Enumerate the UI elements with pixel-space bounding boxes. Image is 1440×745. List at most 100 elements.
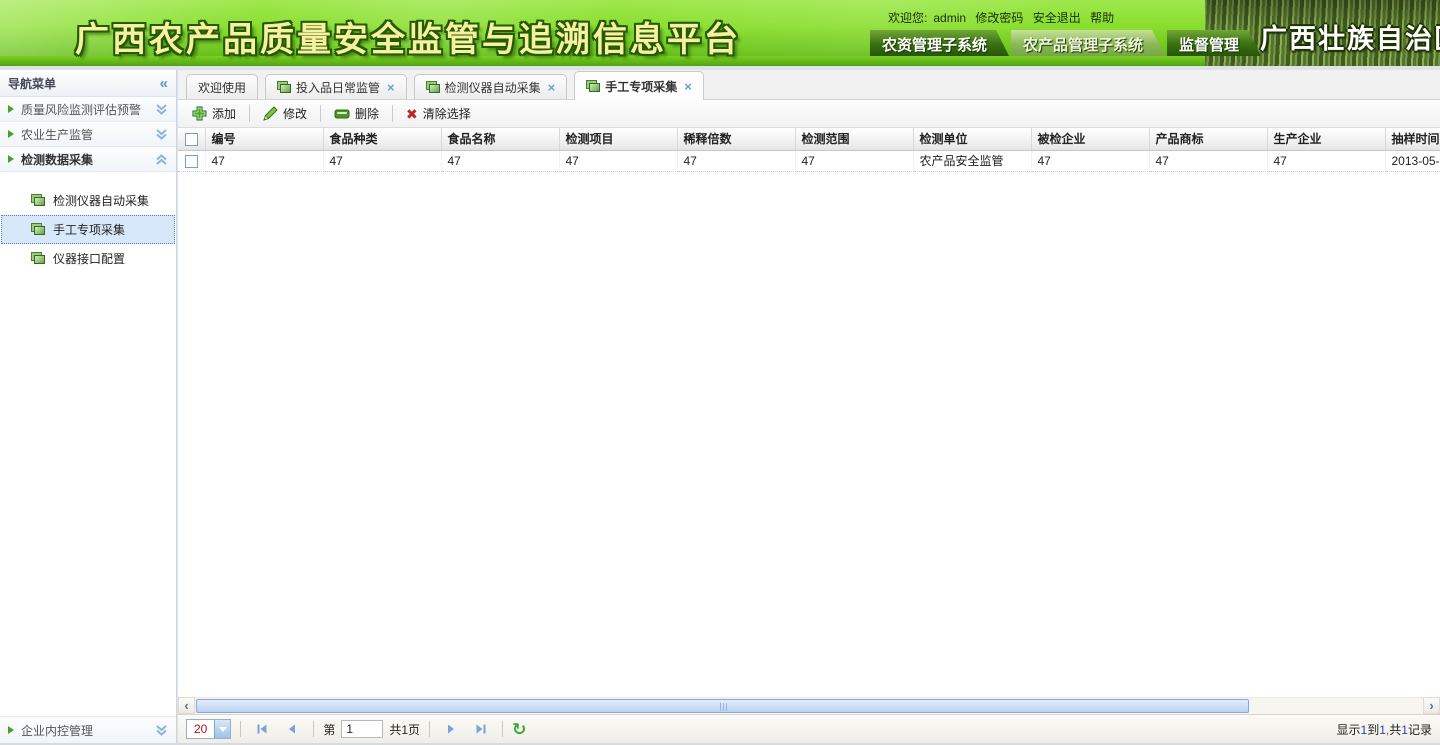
sidebar-group-risk-monitor[interactable]: 质量风险监测评估预警 [0, 97, 176, 122]
change-password-link[interactable]: 修改密码 [975, 11, 1023, 25]
last-page-icon [475, 723, 487, 735]
sidebar-title: 导航菜单 [8, 75, 160, 92]
region-banner-text: 广西壮族自治区 [1260, 17, 1440, 56]
sidebar-item-manual-collect[interactable]: 手工专项采集 [1, 215, 175, 244]
sidebar-group-detection-data[interactable]: 检测数据采集 [0, 147, 176, 172]
column-header[interactable]: 食品种类 [323, 128, 441, 150]
cell: 47 [205, 150, 323, 171]
clear-selection-button[interactable]: ✖ 清除选择 [396, 102, 481, 125]
cell: 47 [1031, 150, 1149, 171]
select-all-checkbox[interactable] [185, 133, 198, 146]
page-prefix-label: 第 [323, 721, 335, 738]
column-header[interactable]: 生产企业 [1267, 128, 1385, 150]
chevron-double-up-icon [155, 154, 168, 165]
page-size-select[interactable]: 20 [186, 719, 231, 739]
folder-icon [426, 81, 441, 94]
scroll-left-button[interactable]: ‹ [178, 697, 195, 714]
sidebar: 导航菜单 « 质量风险监测评估预警 农业生产监管 检测数据采集 检测仪器自动采集… [0, 70, 177, 743]
app-title: 广西农产品质量安全监管与追溯信息平台 [75, 12, 741, 61]
scroll-left-icon: ‹ [184, 698, 188, 713]
clear-x-icon: ✖ [406, 107, 418, 121]
column-header[interactable]: 被检企业 [1031, 128, 1149, 150]
refresh-icon[interactable]: ↻ [512, 721, 526, 738]
cell: 47 [677, 150, 795, 171]
cell: 47 [1267, 150, 1385, 171]
sidebar-item-auto-collect[interactable]: 检测仪器自动采集 [1, 186, 175, 215]
page-size-dropdown-button[interactable] [214, 720, 230, 738]
cell: 47 [559, 150, 677, 171]
app-header: 广西壮族自治区 广西农产品质量安全监管与追溯信息平台 欢迎您: admin 修改密… [0, 0, 1440, 66]
tab-auto-collect[interactable]: 检测仪器自动采集 × [414, 74, 568, 99]
page-suffix-label: 共1页 [389, 721, 420, 738]
sidebar-header: 导航菜单 « [0, 70, 176, 97]
group-arrow-icon [8, 105, 14, 113]
cell: 2013-05- [1385, 150, 1440, 171]
close-tab-icon[interactable]: × [548, 80, 556, 95]
system-tab-nongzi[interactable]: 农资管理子系统 [870, 30, 1009, 56]
system-tabs: 农资管理子系统 农产品管理子系统 监督管理 [870, 30, 1261, 56]
help-link[interactable]: 帮助 [1090, 11, 1114, 25]
add-button[interactable]: 添加 [182, 102, 246, 125]
username: admin [933, 11, 966, 25]
pager-separator [240, 721, 241, 737]
folder-icon [31, 223, 46, 236]
sidebar-group-agri-production[interactable]: 农业生产监管 [0, 122, 176, 147]
close-tab-icon[interactable]: × [387, 80, 395, 95]
content-tabbar: 欢迎使用 投入品日常监管 × 检测仪器自动采集 × 手工专项采集 × [178, 70, 1440, 100]
tab-manual-collect[interactable]: 手工专项采集 × [574, 71, 704, 100]
scrollbar-thumb[interactable] [196, 699, 1249, 713]
plus-icon [192, 106, 207, 121]
pager-separator [429, 721, 430, 737]
tab-welcome[interactable]: 欢迎使用 [186, 74, 258, 99]
next-page-button[interactable] [439, 719, 463, 739]
column-header[interactable]: 抽样时间 [1385, 128, 1440, 150]
tab-input-daily-supervision[interactable]: 投入品日常监管 × [265, 74, 407, 99]
toolbar-separator [320, 105, 321, 122]
sidebar-bottom: 企业内控管理 [0, 716, 176, 743]
scroll-right-button[interactable]: › [1423, 697, 1440, 714]
logout-link[interactable]: 安全退出 [1033, 11, 1081, 25]
main-panel: 欢迎使用 投入品日常监管 × 检测仪器自动采集 × 手工专项采集 × 添加 修改 [178, 70, 1440, 743]
cell: 47 [795, 150, 913, 171]
pagination-bar: 20 第 共1页 ↻ 显示1到1,共1记录 [178, 714, 1440, 743]
group-arrow-icon [8, 130, 14, 138]
last-page-button[interactable] [469, 719, 493, 739]
chevron-down-icon [219, 727, 227, 732]
sidebar-collapse-icon[interactable]: « [160, 75, 168, 92]
cell: 47 [441, 150, 559, 171]
folder-icon [586, 80, 601, 93]
welcome-prefix: 欢迎您: [888, 11, 927, 25]
column-header[interactable]: 食品名称 [441, 128, 559, 150]
column-header[interactable]: 编号 [205, 128, 323, 150]
first-page-icon [256, 723, 268, 735]
close-tab-icon[interactable]: × [684, 79, 692, 94]
sidebar-group-enterprise-control[interactable]: 企业内控管理 [0, 717, 176, 743]
scrollbar-track[interactable] [195, 697, 1423, 714]
group-arrow-icon [8, 155, 14, 163]
grid-header-row: 编号 食品种类 食品名称 检测项目 稀释倍数 检测范围 检测单位 被检企业 产品… [178, 128, 1440, 150]
column-header[interactable]: 稀释倍数 [677, 128, 795, 150]
record-info: 显示1到1,共1记录 [1337, 721, 1432, 738]
page-number-input[interactable] [341, 720, 383, 738]
column-header[interactable]: 产品商标 [1149, 128, 1267, 150]
system-tab-jiandu[interactable]: 监督管理 [1167, 30, 1261, 56]
pager-separator [502, 721, 503, 737]
column-header[interactable]: 检测项目 [559, 128, 677, 150]
toolbar-separator [392, 105, 393, 122]
sidebar-item-instrument-config[interactable]: 仪器接口配置 [1, 244, 175, 273]
scroll-right-icon: › [1429, 698, 1433, 713]
sidebar-submenu: 检测仪器自动采集 手工专项采集 仪器接口配置 [0, 172, 176, 283]
system-tab-nongchanpin[interactable]: 农产品管理子系统 [1011, 30, 1165, 56]
cell: 47 [1149, 150, 1267, 171]
table-row[interactable]: 47 47 47 47 47 47 农产品安全监管 47 47 47 2013-… [178, 150, 1440, 171]
delete-button[interactable]: 删除 [324, 102, 389, 125]
edit-button[interactable]: 修改 [253, 102, 317, 125]
row-checkbox[interactable] [185, 155, 198, 168]
delete-icon [334, 108, 350, 120]
first-page-button[interactable] [250, 719, 274, 739]
column-header[interactable]: 检测单位 [913, 128, 1031, 150]
column-header[interactable]: 检测范围 [795, 128, 913, 150]
toolbar: 添加 修改 删除 ✖ 清除选择 [178, 100, 1440, 128]
cell: 47 [323, 150, 441, 171]
prev-page-button[interactable] [280, 719, 304, 739]
